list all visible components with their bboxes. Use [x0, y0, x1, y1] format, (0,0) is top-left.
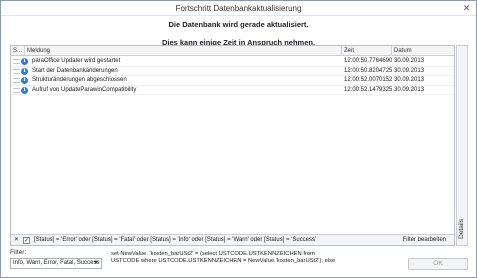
table-row[interactable]: i Start der Datenbankänderungen 12:00:50…	[11, 67, 454, 76]
column-header-meldung[interactable]: Meldung	[25, 46, 342, 56]
title-bar: Fortschritt Datenbankaktualisierung ✕	[1, 1, 476, 16]
cell-meldung: Aufruf von UpdateParawinCompatibility	[32, 86, 137, 93]
cell-meldung: Strukturänderungen abgeschlossen	[32, 77, 127, 83]
cell-datum: 30.09.2013	[394, 86, 425, 93]
cell-meldung: paraOffice Updater wird gestartet	[32, 58, 121, 64]
chevron-down-icon: ▼	[93, 260, 99, 266]
row-handle	[13, 87, 20, 93]
cell-zeit: 12:00:50.7764690	[344, 58, 392, 64]
details-tab-label: Details	[458, 219, 465, 239]
cell-datum: 30.09.2013	[394, 58, 425, 64]
close-icon[interactable]: ✕	[459, 2, 474, 14]
ok-button[interactable]: OK	[408, 258, 468, 270]
window-title: Fortschritt Datenbankaktualisierung	[175, 4, 302, 13]
clear-filter-icon[interactable]: ✕	[14, 235, 19, 246]
filter-dropdown-value: Info, Warn, Error, Fatal, Success	[13, 260, 100, 266]
table-row[interactable]: i Aufruf von UpdateParawinCompatibility …	[11, 86, 454, 95]
cell-datum: 30.09.2013	[394, 67, 425, 74]
cell-zeit: 12:00:50.8204725	[344, 67, 392, 74]
info-icon: i	[21, 67, 28, 75]
info-icon: i	[21, 86, 28, 94]
status-message-updating: Die Datenbank wird gerade aktualisiert.	[168, 20, 309, 29]
row-handle	[13, 68, 20, 74]
filter-dropdown[interactable]: Info, Warn, Error, Fatal, Success ▼	[10, 258, 102, 269]
bottom-area: Filter: Info, Warn, Error, Fatal, Succes…	[10, 249, 468, 273]
table-row[interactable]: i paraOffice Updater wird gestartet 12:0…	[11, 57, 454, 67]
grid-rows: i paraOffice Updater wird gestartet 12:0…	[11, 57, 454, 95]
cell-zeit: 12:00:52.1479325	[344, 86, 392, 93]
column-header-datum[interactable]: Datum	[392, 46, 456, 56]
current-statement-text: set NewValue. 'kosten_barUSt2' = (select…	[111, 251, 336, 264]
column-header-zeit[interactable]: Zeit	[342, 46, 392, 56]
grid-header: S... Meldung Zeit Datum	[11, 46, 454, 56]
cell-meldung: Start der Datenbankänderungen	[32, 67, 118, 74]
column-header-status[interactable]: S...	[11, 46, 25, 56]
row-handle	[13, 59, 20, 64]
progress-dialog: Fortschritt Datenbankaktualisierung ✕ Di…	[0, 0, 477, 278]
filter-label: Filter:	[10, 249, 27, 256]
info-icon: i	[21, 58, 28, 65]
filter-expression[interactable]: [Status] = 'Error' oder [Status] = 'Fata…	[34, 235, 316, 246]
log-grid: S... Meldung Zeit Datum i paraOffice Upd…	[10, 45, 455, 246]
filter-panel: ✕ ✓ [Status] = 'Error' oder [Status] = '…	[11, 234, 454, 245]
info-icon: i	[21, 77, 28, 84]
edit-filter-link[interactable]: Filter bearbeiten	[403, 235, 446, 246]
cell-zeit: 12:00:52.0070152	[344, 77, 392, 83]
cell-datum: 30.09.2013	[394, 77, 425, 83]
details-side-panel[interactable]: Details	[456, 45, 468, 246]
row-handle	[13, 78, 20, 83]
table-row[interactable]: i Strukturänderungen abgeschlossen 12:00…	[11, 76, 454, 86]
filter-enabled-checkbox[interactable]: ✓	[23, 237, 30, 244]
